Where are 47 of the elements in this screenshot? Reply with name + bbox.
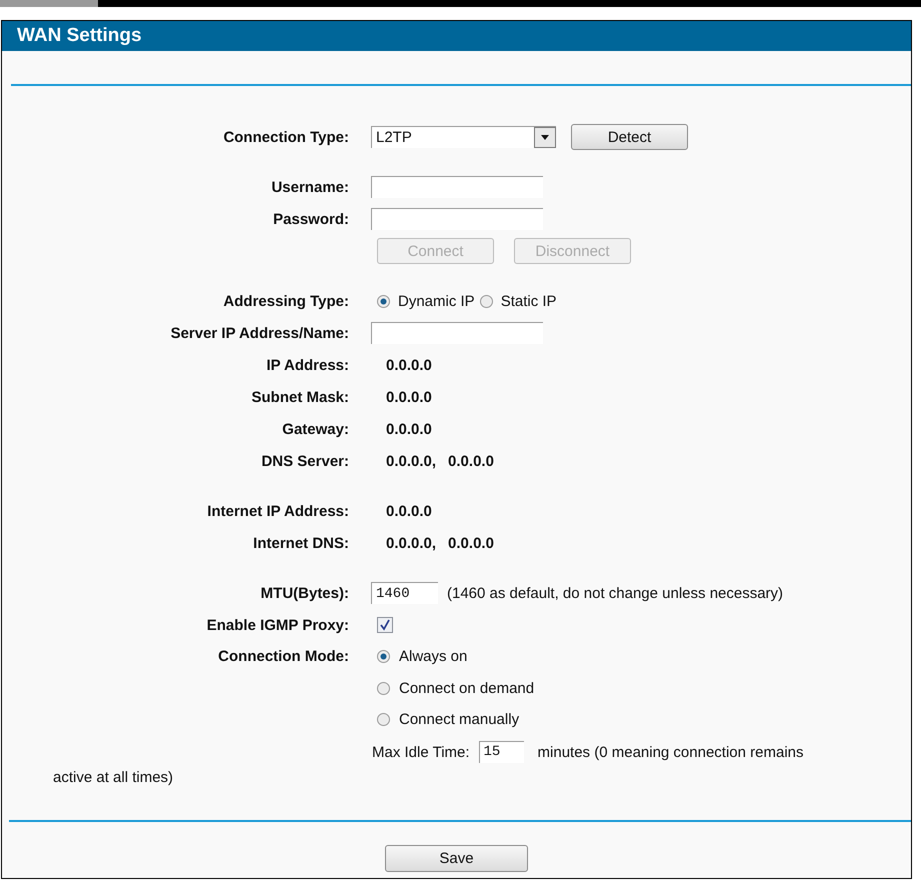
hint-text: active at all times) [53, 768, 174, 788]
detect-button[interactable]: Detect [571, 124, 688, 150]
text-field[interactable] [371, 322, 543, 344]
radio-button[interactable] [377, 650, 390, 664]
field-label: Internet DNS: [252, 534, 349, 552]
field-label: DNS Server: [260, 452, 349, 470]
value-text: 0.0.0.0, [386, 452, 436, 470]
hint-text: minutes (0 meaning connection remains [538, 742, 804, 762]
page-title: WAN Settings [17, 25, 142, 47]
value-text: 0.0.0.0 [386, 356, 432, 374]
text-field[interactable]: 1460 [371, 582, 438, 604]
text-field[interactable]: 15 [478, 741, 524, 763]
field-label: Max Idle Time: [372, 742, 470, 762]
save-button[interactable]: Save [385, 845, 528, 872]
field-label: Connection Mode: [217, 647, 349, 667]
radio-label: Dynamic IP [398, 292, 475, 310]
field-label: Enable IGMP Proxy: [206, 616, 349, 634]
radio-label: Connect on demand [399, 680, 534, 697]
radio-label: Connect manually [399, 711, 520, 728]
value-text: 0.0.0.0 [448, 452, 494, 470]
field-label: Subnet Mask: [250, 388, 349, 406]
radio-button[interactable] [377, 713, 390, 726]
value-text: 0.0.0.0 [386, 420, 432, 438]
field-label: IP Address: [265, 356, 349, 374]
hint-text: (1460 as default, do not change unless necessary) [447, 584, 784, 602]
text-field[interactable] [371, 176, 543, 198]
radio-button[interactable] [377, 682, 390, 695]
field-label: MTU(Bytes): [260, 584, 349, 602]
radio-label: Always on [399, 648, 468, 666]
value-text: 0.0.0.0 [448, 534, 494, 552]
radio-label: Static IP [500, 292, 557, 310]
field-label: Server IP Address/Name: [170, 324, 349, 342]
checkbox[interactable] [377, 617, 393, 633]
field-label: Addressing Type: [222, 292, 349, 310]
radio-button[interactable] [377, 294, 390, 308]
text-field[interactable] [371, 208, 543, 230]
field-label: Internet IP Address: [206, 502, 349, 520]
field-label: Connection Type: [222, 128, 349, 146]
field-label: Password: [272, 210, 349, 228]
value-text: 0.0.0.0 [386, 388, 432, 406]
connection-type-dropdown[interactable]: L2TP [371, 126, 556, 148]
value-text: 0.0.0.0, [386, 534, 436, 552]
caret-icon [534, 127, 556, 148]
value-text: 0.0.0.0 [386, 502, 432, 520]
field-label: Username: [270, 178, 349, 196]
field-label: Gateway: [281, 420, 349, 438]
radio-button[interactable] [480, 294, 493, 308]
